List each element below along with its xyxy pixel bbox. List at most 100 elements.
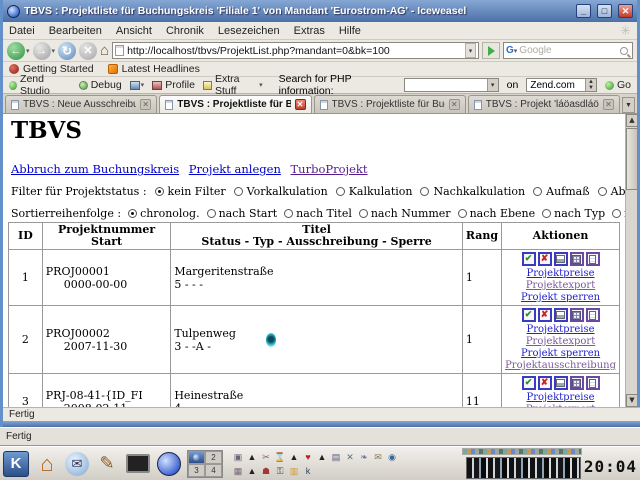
print-icon[interactable] <box>553 252 568 266</box>
home-folder-icon[interactable]: ⌂ <box>34 451 60 477</box>
desktop-1[interactable] <box>188 450 205 464</box>
url-bar[interactable]: http://localhost/tbvs/ProjektList.php?ma… <box>112 42 479 59</box>
tray-expand-icon[interactable]: ▲ <box>288 451 300 463</box>
desktop-3[interactable]: 3 <box>188 463 205 477</box>
menu-hilfe[interactable]: Hilfe <box>339 25 361 37</box>
radio-abrechnung[interactable] <box>597 186 607 196</box>
konsole-icon[interactable] <box>125 451 151 477</box>
tray-mail-icon[interactable]: ✉ <box>372 451 384 463</box>
tray-x-icon[interactable]: ✕ <box>344 451 356 463</box>
link-projekt-sperren[interactable]: Projekt sperren <box>505 292 616 304</box>
bookmark-latest-headlines[interactable]: Latest Headlines <box>107 63 200 75</box>
scrollbar-thumb[interactable] <box>626 128 637 190</box>
delete-icon[interactable]: ✘ <box>537 308 552 322</box>
print-icon[interactable] <box>553 376 568 390</box>
zend-studio-button[interactable]: Zend Studio <box>9 73 71 97</box>
delete-icon[interactable]: ✘ <box>537 252 552 266</box>
debug-button[interactable]: Debug <box>78 79 122 91</box>
link-projektpreise[interactable]: Projektpreise <box>505 392 616 404</box>
menu-chronik[interactable]: Chronik <box>166 25 204 37</box>
search-icon[interactable] <box>620 46 628 55</box>
tab-close-icon[interactable]: ✕ <box>448 99 460 110</box>
close-button[interactable]: ✕ <box>618 4 633 18</box>
desktop-2[interactable]: 2 <box>205 450 222 464</box>
tray-wing-icon[interactable]: ❧ <box>358 451 370 463</box>
scroll-down-icon[interactable]: ▼ <box>626 394 637 407</box>
tray-expand-icon[interactable]: ▲ <box>246 465 258 477</box>
desktop-pager[interactable]: 2 3 4 <box>187 449 223 478</box>
minimize-button[interactable]: _ <box>576 4 591 18</box>
tray-doc-icon[interactable]: ▤ <box>330 451 342 463</box>
tab-close-icon[interactable]: ✕ <box>294 99 306 110</box>
link-projektpreise[interactable]: Projektpreise <box>505 268 616 280</box>
check-icon[interactable]: ✔ <box>521 252 536 266</box>
radio-nach-ebene[interactable] <box>457 208 467 218</box>
menu-ansicht[interactable]: Ansicht <box>116 25 152 37</box>
export-icon[interactable] <box>585 252 600 266</box>
kmail-icon[interactable]: ✉ <box>65 451 89 476</box>
url-text[interactable]: http://localhost/tbvs/ProjektList.php?ma… <box>127 45 462 57</box>
tray-clip-icon[interactable]: ✂ <box>260 451 272 463</box>
tab-projekt[interactable]: TBVS : Projekt 'láöasdláöláál... ✕ <box>467 95 620 113</box>
tray-globe-icon[interactable]: ◉ <box>386 451 398 463</box>
desktop-4[interactable]: 4 <box>205 463 222 477</box>
radio-nachkalkulation[interactable] <box>420 186 430 196</box>
tray-camera-icon[interactable]: ▣ <box>232 451 244 463</box>
tray-k-icon[interactable]: k <box>302 465 314 477</box>
radio-vorkalkulation[interactable] <box>233 186 243 196</box>
menu-datei[interactable]: Datei <box>9 25 35 37</box>
export-icon[interactable] <box>585 308 600 322</box>
tab-close-icon[interactable]: ✕ <box>140 99 152 110</box>
check-icon[interactable]: ✔ <box>521 308 536 322</box>
link-projekt-anlegen[interactable]: Projekt anlegen <box>189 162 281 176</box>
menu-extras[interactable]: Extras <box>294 25 325 37</box>
link-projekt-sperren[interactable]: Projekt sperren <box>505 348 616 360</box>
radio-kalkulation[interactable] <box>335 186 345 196</box>
kmenu-icon[interactable]: K <box>3 450 29 477</box>
radio-nach-titel[interactable] <box>284 208 294 218</box>
extra-stuff-button[interactable]: Extra Stuff ▾ <box>202 73 263 97</box>
radio-nach-nummer[interactable] <box>358 208 368 218</box>
kwrite-icon[interactable]: ✎ <box>94 451 120 477</box>
print-icon[interactable] <box>553 308 568 322</box>
profile-button[interactable]: Profile <box>152 79 195 91</box>
tray-hourglass-icon[interactable]: ⌛ <box>274 451 286 463</box>
radio-nach-start[interactable] <box>206 208 216 218</box>
back-button[interactable]: ← <box>7 41 25 60</box>
url-dropdown-icon[interactable]: ▾ <box>465 43 476 58</box>
link-projektexport[interactable]: Projektexport <box>505 336 616 348</box>
radio-nach-typ[interactable] <box>542 208 552 218</box>
radio-kein-filter[interactable] <box>154 186 164 196</box>
back-dropdown-icon[interactable]: ▾ <box>26 47 30 55</box>
tray-window-icon[interactable]: ▥ <box>288 465 300 477</box>
tray-expand-icon[interactable]: ▲ <box>246 451 258 463</box>
radio-aufmass[interactable] <box>533 186 543 196</box>
spinner-icon[interactable]: ▲ ▼ <box>584 79 596 91</box>
reload-button[interactable]: ↻ <box>58 41 77 60</box>
tab-close-icon[interactable]: ✕ <box>603 99 614 110</box>
tab-projektliste-active[interactable]: TBVS : Projektliste für B... ✕ <box>159 95 312 113</box>
link-abbruch-buchungskreis[interactable]: Abbruch zum Buchungskreis <box>11 162 179 176</box>
home-button[interactable]: ⌂ <box>100 42 109 59</box>
check-icon[interactable]: ✔ <box>521 376 536 390</box>
list-all-tabs-icon[interactable]: ▼ <box>622 97 635 113</box>
php-search-combo[interactable]: ▾ <box>404 78 499 92</box>
zend-go-button[interactable]: Go <box>604 79 631 91</box>
forward-dropdown-icon[interactable]: ▾ <box>52 47 56 55</box>
menu-lesezeichen[interactable]: Lesezeichen <box>218 25 280 37</box>
forward-button[interactable]: → <box>32 41 51 60</box>
link-projektausschreibung[interactable]: Projektausschreibung <box>505 360 616 372</box>
link-projektpreise[interactable]: Projektpreise <box>505 324 616 336</box>
search-engine-select[interactable]: Zend.com ▲ ▼ <box>526 78 597 92</box>
radio-chronolog[interactable] <box>128 208 138 218</box>
scroll-up-icon[interactable]: ▲ <box>626 114 637 127</box>
debug-options-button[interactable]: ▾ <box>129 80 144 90</box>
tab-neue-ausschreibung[interactable]: TBVS : Neue Ausschreibung ... ✕ <box>5 95 158 113</box>
export-icon[interactable] <box>585 376 600 390</box>
tray-key-icon[interactable]: ⚿ <box>274 465 286 477</box>
stop-button[interactable]: ✕ <box>79 41 98 60</box>
vertical-scrollbar[interactable]: ▲ ▼ <box>625 114 637 407</box>
link-turboprojekt[interactable]: TurboProjekt <box>291 162 368 176</box>
engine-dropdown-icon[interactable]: ▾ <box>514 47 518 55</box>
tray-grid-icon[interactable]: ▦ <box>232 465 244 477</box>
